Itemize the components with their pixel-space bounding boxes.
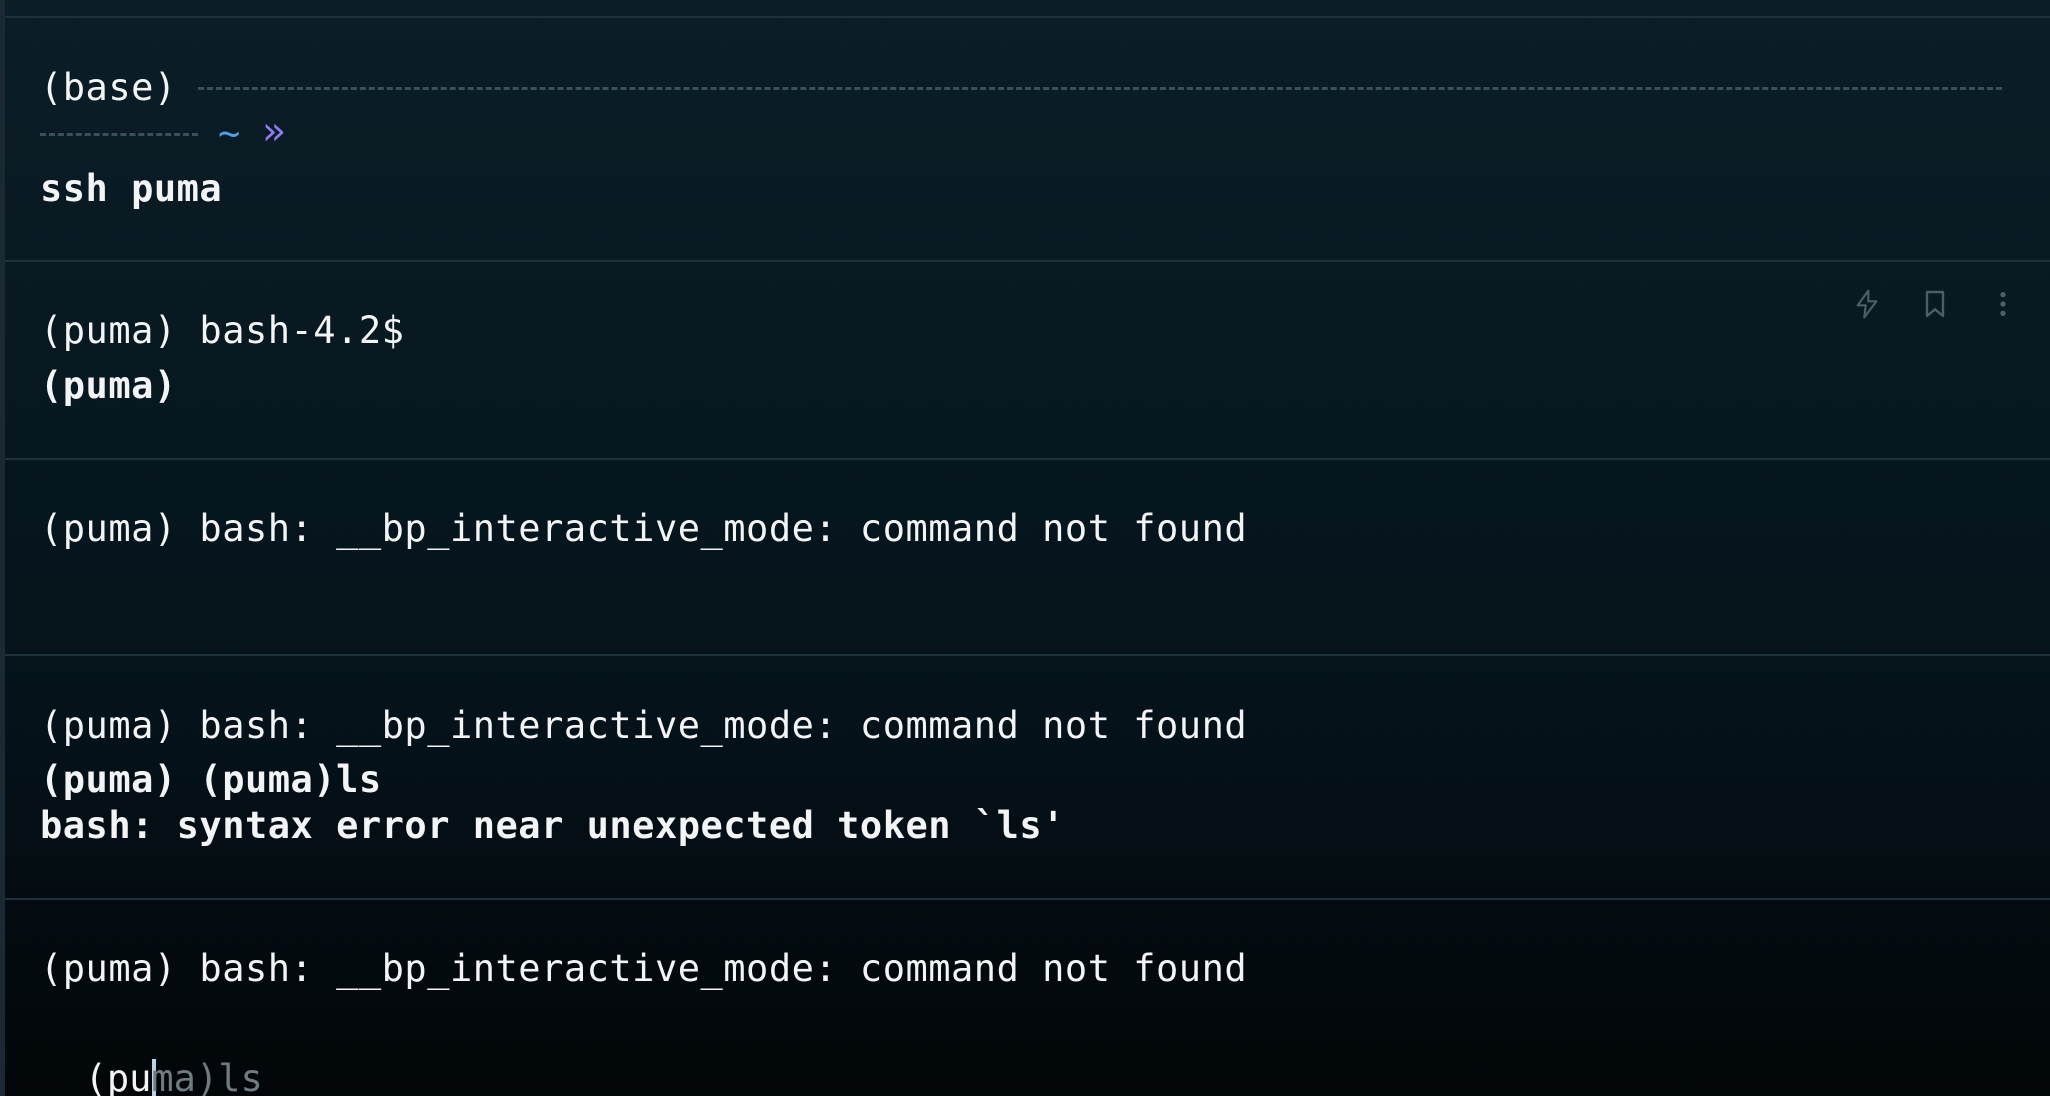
terminal-block[interactable] (5, 898, 2050, 1096)
terminal-block[interactable] (5, 16, 2050, 262)
output-line-bold: bash: syntax error near unexpected token… (40, 804, 1065, 847)
output-line: (puma) bash: __bp_interactive_mode: comm… (40, 507, 1248, 550)
prompt-separator-dashes (198, 87, 2002, 90)
prompt-symbol: » (262, 109, 286, 154)
input-typed-text: pu (106, 1057, 152, 1096)
autosuggestion[interactable]: ma)ls (151, 1057, 262, 1096)
prompt-separator-dashes-wrap (40, 133, 198, 136)
output-line: (puma) bash-4.2$ (40, 309, 405, 352)
more-vertical-icon[interactable] (1986, 287, 2020, 321)
bookmark-icon[interactable] (1918, 287, 1952, 321)
input-typed-prefix: ( (84, 1057, 107, 1096)
prompt-dir: ~ (218, 112, 241, 155)
output-line-bold: (puma) (40, 364, 177, 407)
block-actions (1850, 287, 2020, 321)
command-input[interactable]: (puma)ls (40, 1013, 263, 1096)
output-line: (puma) bash: __bp_interactive_mode: comm… (40, 704, 1248, 747)
terminal-block[interactable] (5, 260, 2050, 460)
terminal-block[interactable] (5, 458, 2050, 656)
prompt-env: (base) (40, 66, 177, 109)
lightning-icon[interactable] (1850, 287, 1884, 321)
output-line-bold: (puma) (puma)ls (40, 758, 382, 801)
output-line: (puma) bash: __bp_interactive_mode: comm… (40, 947, 1248, 990)
command-text: ssh puma (40, 167, 223, 210)
